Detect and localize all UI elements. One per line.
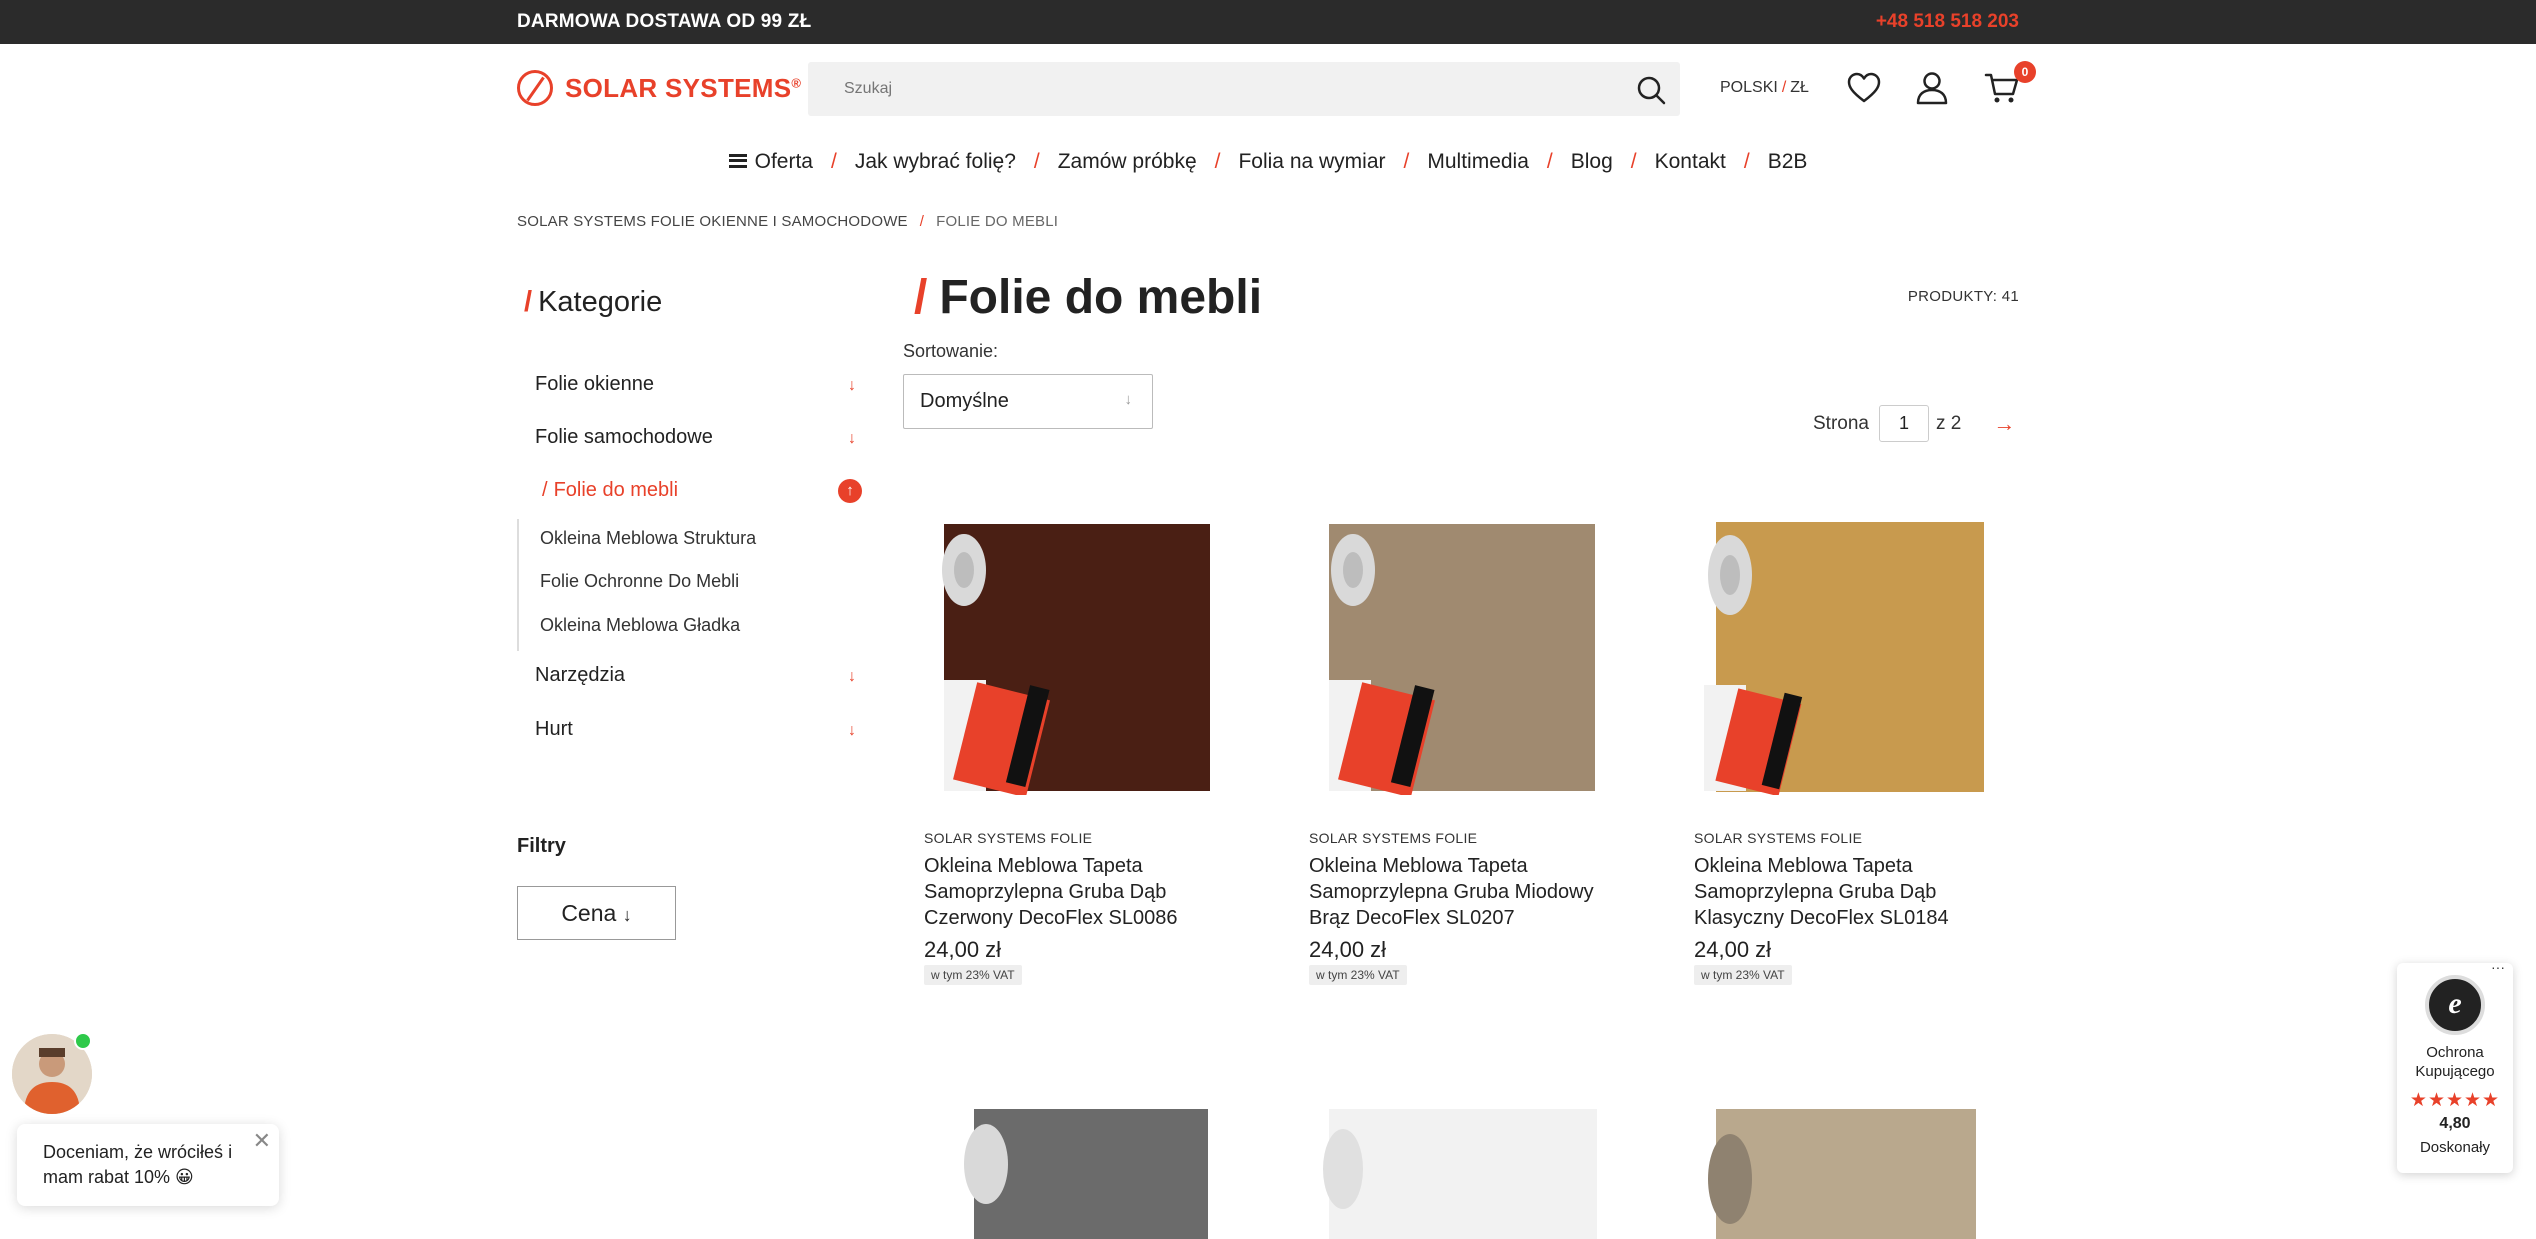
breadcrumb: SOLAR SYSTEMS FOLIE OKIENNE I SAMOCHODOW… <box>517 213 1059 230</box>
product-image[interactable] <box>1694 520 1994 795</box>
search-input[interactable] <box>844 76 1604 102</box>
nav-item-blog[interactable]: Blog <box>1571 150 1613 174</box>
product-name[interactable]: Okleina Meblowa Tapeta Samoprzylepna Gru… <box>1309 853 1629 931</box>
language-label: POLSKI <box>1720 79 1778 96</box>
product-brand: SOLAR SYSTEMS FOLIE <box>1694 830 1863 846</box>
nav-item-zamow-probke[interactable]: Zamów próbkę <box>1058 150 1197 174</box>
arrow-down-icon: ↓ <box>622 905 632 925</box>
product-card[interactable]: SOLAR SYSTEMS FOLIE Okleina Meblowa Tape… <box>1694 520 2034 1000</box>
pagination: Strona 1 z 2 → <box>1813 405 2015 442</box>
online-status-dot <box>74 1032 92 1050</box>
product-brand: SOLAR SYSTEMS FOLIE <box>924 830 1093 846</box>
free-shipping-promo: DARMOWA DOSTAWA OD 99 ZŁ <box>517 11 812 32</box>
nav-item-folia-na-wymiar[interactable]: Folia na wymiar <box>1238 150 1385 174</box>
product-name[interactable]: Okleina Meblowa Tapeta Samoprzylepna Gru… <box>924 853 1244 931</box>
product-image[interactable] <box>1694 1109 1994 1239</box>
rating-label: Doskonały <box>2419 1139 2491 1156</box>
nav-item-jak-wybrac[interactable]: Jak wybrać folię? <box>855 150 1016 174</box>
product-image[interactable] <box>1309 520 1609 795</box>
cart-count-badge: 0 <box>2014 61 2036 83</box>
vat-badge: w tym 23% VAT <box>1309 965 1407 985</box>
close-icon[interactable]: ✕ <box>253 1128 271 1154</box>
sort-label: Sortowanie: <box>903 341 999 361</box>
expand-arrow-icon[interactable]: ↓ <box>843 668 861 686</box>
search-icon[interactable] <box>1636 75 1666 105</box>
collapse-arrow-icon[interactable]: ↑ <box>838 479 862 503</box>
product-price: 24,00 zł <box>1309 937 1387 962</box>
chevron-down-icon: ↓ <box>1124 391 1133 408</box>
expand-arrow-icon[interactable]: ↓ <box>843 430 861 448</box>
product-brand: SOLAR SYSTEMS FOLIE <box>1309 830 1478 846</box>
rating-stars: ★★★★★ <box>2409 1090 2501 1111</box>
nav-item-multimedia[interactable]: Multimedia <box>1427 150 1529 174</box>
more-options-icon[interactable]: ··· <box>2491 959 2505 975</box>
trusted-shops-seal-icon <box>2425 975 2485 1035</box>
subcategory-okleina-struktura[interactable]: Okleina Meblowa Struktura <box>540 528 756 549</box>
price-filter-button[interactable]: Cena ↓ <box>517 886 676 940</box>
logo-text: SOLAR SYSTEMS <box>565 72 792 103</box>
logo[interactable]: SOLAR SYSTEMS® <box>517 70 801 106</box>
page-number-input[interactable]: 1 <box>1878 405 1929 442</box>
vat-badge: w tym 23% VAT <box>924 965 1022 985</box>
nav-item-kontakt[interactable]: Kontakt <box>1655 150 1726 174</box>
search-bar <box>808 62 1680 116</box>
heart-icon[interactable] <box>1846 70 1882 106</box>
trusted-shops-badge[interactable]: ··· Ochrona Kupującego ★★★★★ 4,80 Doskon… <box>2397 959 2513 1173</box>
category-hurt[interactable]: Hurt <box>535 718 573 741</box>
language-currency-switch[interactable]: POLSKI / ZŁ <box>1720 79 1809 97</box>
logo-icon <box>517 70 553 106</box>
product-count: PRODUKTY: 41 <box>1907 288 2019 305</box>
category-folie-do-mebli[interactable]: / Folie do mebli <box>542 479 678 502</box>
page-title: / Folie do mebli <box>914 271 1263 324</box>
menu-icon <box>728 153 747 168</box>
nav-item-oferta[interactable]: Oferta <box>728 150 813 174</box>
pager-total: z 2 <box>1935 412 1962 434</box>
filters-heading: Filtry <box>517 835 566 857</box>
breadcrumb-home[interactable]: SOLAR SYSTEMS FOLIE OKIENNE I SAMOCHODOW… <box>517 213 908 230</box>
nav-item-b2b[interactable]: B2B <box>1768 150 1808 174</box>
vat-badge: w tym 23% VAT <box>1694 965 1792 985</box>
currency-label: ZŁ <box>1790 79 1809 96</box>
pager-label: Strona <box>1813 412 1869 434</box>
product-price: 24,00 zł <box>924 937 1002 962</box>
logo-registered: ® <box>791 74 802 90</box>
subcategory-folie-ochronne[interactable]: Folie Ochronne Do Mebli <box>540 571 739 592</box>
sort-value: Domyślne <box>920 390 1009 412</box>
expand-arrow-icon[interactable]: ↓ <box>843 722 861 740</box>
chat-message: Doceniam, że wróciłeś i mam rabat 10% 😀 <box>43 1142 233 1187</box>
subcategory-divider <box>517 519 519 651</box>
category-narzedzia[interactable]: Narzędzia <box>535 664 625 687</box>
main-navigation: Oferta / Jak wybrać folię? / Zamów próbkę / Fo… <box>0 150 2536 174</box>
phone-link[interactable]: +48 518 518 203 <box>1876 11 2019 33</box>
top-bar: DARMOWA DOSTAWA OD 99 ZŁ +48 518 518 203 <box>0 0 2536 44</box>
product-image[interactable] <box>1309 1109 1609 1239</box>
category-folie-okienne[interactable]: Folie okienne <box>535 373 654 396</box>
next-page-arrow-icon[interactable]: → <box>1993 411 2015 437</box>
categories-heading: / Kategorie <box>524 286 663 318</box>
subcategory-okleina-gladka[interactable]: Okleina Meblowa Gładka <box>540 615 740 636</box>
product-name[interactable]: Okleina Meblowa Tapeta Samoprzylepna Gru… <box>1694 853 2014 931</box>
product-image[interactable] <box>924 520 1224 795</box>
expand-arrow-icon[interactable]: ↓ <box>843 377 861 395</box>
product-price: 24,00 zł <box>1694 937 1772 962</box>
category-folie-samochodowe[interactable]: Folie samochodowe <box>535 426 713 449</box>
product-image[interactable] <box>944 1109 1244 1239</box>
sort-select[interactable]: Domyślne ↓ <box>903 374 1153 429</box>
breadcrumb-current: FOLIE DO MEBLI <box>936 213 1059 230</box>
chat-bubble[interactable]: Doceniam, że wróciłeś i mam rabat 10% 😀 … <box>17 1124 279 1206</box>
product-card[interactable]: SOLAR SYSTEMS FOLIE Okleina Meblowa Tape… <box>1309 520 1649 1000</box>
user-icon[interactable] <box>1914 70 1950 106</box>
badge-title: Ochrona Kupującego <box>2415 1044 2495 1080</box>
product-card[interactable]: SOLAR SYSTEMS FOLIE Okleina Meblowa Tape… <box>924 520 1264 1000</box>
rating-score: 4,80 <box>2439 1115 2471 1132</box>
